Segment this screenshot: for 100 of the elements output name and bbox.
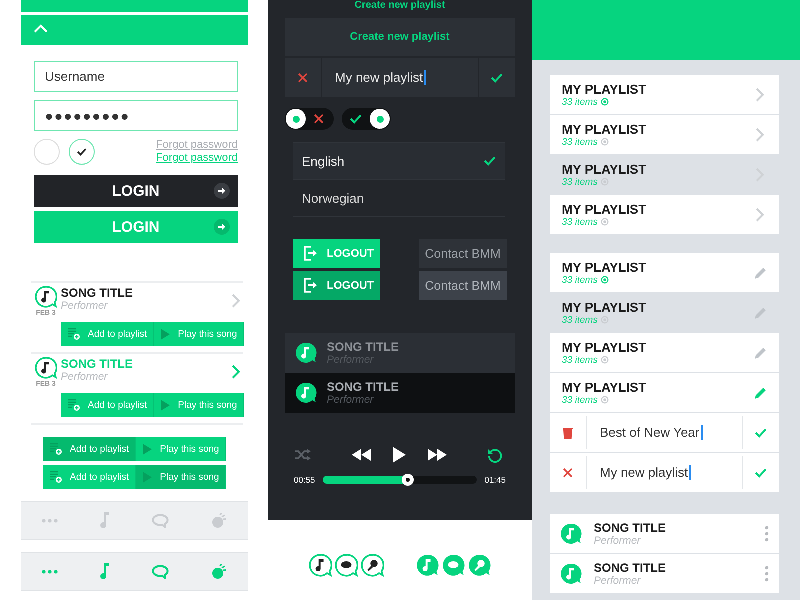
pencil-icon[interactable] <box>755 266 767 278</box>
playlist-add-icon <box>50 443 62 455</box>
playlist-title: MY PLAYLIST <box>562 162 647 176</box>
microphone-icon[interactable] <box>211 564 227 580</box>
item-count: 33 items <box>562 394 598 406</box>
create-playlist-caption: Create new playlist <box>354 0 446 13</box>
playlist-title: MY PLAYLIST <box>562 300 647 314</box>
microphone-icon[interactable] <box>211 512 227 528</box>
music-bubble-icon <box>309 554 332 577</box>
check-icon <box>77 148 87 156</box>
song-performer: Performer <box>61 300 109 312</box>
shuffle-icon[interactable] <box>295 449 311 461</box>
toggle-switch[interactable] <box>342 108 391 130</box>
repeat-icon[interactable] <box>487 447 503 463</box>
check-icon <box>350 114 362 124</box>
close-icon <box>298 72 308 82</box>
song-title[interactable]: SONG TITLE <box>61 286 229 300</box>
check-icon <box>491 72 503 82</box>
playlist-add-icon <box>50 471 62 483</box>
trash-icon[interactable] <box>563 426 573 438</box>
music-note-icon[interactable] <box>100 563 110 580</box>
logout-icon <box>303 278 318 293</box>
playlist-title: MY PLAYLIST <box>562 202 647 216</box>
language-option[interactable]: English <box>293 143 505 180</box>
check-icon <box>484 156 496 166</box>
song-performer: Performer <box>327 394 375 406</box>
password-field[interactable]: ●●●●●●●●● <box>34 100 238 131</box>
fast-forward-icon[interactable] <box>428 449 446 461</box>
playlist-title: MY PLAYLIST <box>562 340 647 354</box>
contact-button[interactable]: Contact BMM <box>419 239 507 268</box>
check-icon <box>755 428 767 438</box>
item-count: 33 items <box>562 136 598 148</box>
microphone-bubble-icon <box>361 554 384 577</box>
chat-icon[interactable] <box>152 564 169 578</box>
radio-button[interactable] <box>34 139 60 165</box>
language-option[interactable]: Norwegian <box>293 180 505 217</box>
radio-button[interactable] <box>69 139 95 165</box>
playlist-add-icon <box>68 399 80 411</box>
pencil-icon[interactable] <box>755 346 767 358</box>
song-row[interactable]: SONG TITLE Performer <box>285 373 515 413</box>
item-count: 33 items <box>562 96 598 108</box>
arrow-right-icon <box>214 219 230 235</box>
microphone-bubble-icon <box>468 554 491 577</box>
playlist-row[interactable]: MY PLAYLIST 33 items <box>550 293 779 332</box>
slider-thumb[interactable] <box>402 474 414 486</box>
pencil-icon[interactable] <box>755 306 767 318</box>
login-button[interactable]: LOGIN <box>34 175 238 207</box>
playlist-row[interactable]: MY PLAYLIST 33 items <box>550 253 779 292</box>
song-title: SONG TITLE <box>327 380 399 394</box>
elapsed-time: 00:55 <box>294 475 316 485</box>
play-icon <box>161 328 170 340</box>
item-count: 33 items <box>562 216 598 228</box>
playlist-title: MY PLAYLIST <box>562 260 647 274</box>
accordion-header[interactable] <box>21 15 248 45</box>
song-title: SONG TITLE <box>594 520 666 534</box>
more-icon[interactable] <box>42 570 58 574</box>
play-icon <box>143 444 152 454</box>
music-bubble-icon <box>416 554 439 577</box>
song-row[interactable]: SONG TITLE Performer <box>550 554 779 593</box>
arrow-right-icon <box>214 183 230 199</box>
playlist-row[interactable]: MY PLAYLIST 33 items <box>550 195 779 234</box>
close-icon <box>314 114 324 124</box>
playlist-row[interactable]: MY PLAYLIST 33 items <box>550 373 779 412</box>
create-playlist-button[interactable]: Create new playlist <box>285 18 515 56</box>
chat-icon[interactable] <box>152 514 169 528</box>
play-icon <box>143 472 152 482</box>
contact-button[interactable]: Contact BMM <box>419 271 507 300</box>
music-note-icon[interactable] <box>100 512 110 529</box>
playlist-row[interactable]: MY PLAYLIST 33 items <box>550 75 779 114</box>
playlist-title: MY PLAYLIST <box>562 380 647 394</box>
music-bubble-icon <box>560 522 582 544</box>
rewind-icon[interactable] <box>352 449 370 461</box>
close-icon <box>563 468 573 478</box>
music-bubble-icon <box>560 562 582 584</box>
more-vertical-icon[interactable] <box>765 526 769 542</box>
playlist-add-icon <box>68 328 80 340</box>
playlist-row[interactable]: MY PLAYLIST 33 items <box>550 115 779 154</box>
more-icon[interactable] <box>42 518 58 522</box>
playlist-row[interactable]: MY PLAYLIST 33 items <box>550 155 779 194</box>
song-performer: Performer <box>61 371 109 383</box>
pencil-icon[interactable] <box>755 386 767 398</box>
toggle-switch[interactable] <box>285 108 334 130</box>
music-bubble-icon <box>35 357 57 379</box>
music-bubble-icon <box>295 342 317 364</box>
accordion-bar[interactable] <box>21 0 248 12</box>
username-field[interactable]: Username <box>34 61 238 92</box>
song-title: SONG TITLE <box>594 560 666 574</box>
progress-slider[interactable] <box>323 476 477 484</box>
chat-bubble-icon <box>442 554 465 577</box>
check-icon <box>755 468 767 478</box>
song-title: SONG TITLE <box>327 340 399 354</box>
song-row[interactable]: SONG TITLE Performer <box>550 514 779 553</box>
item-count: 33 items <box>562 176 598 188</box>
music-bubble-icon <box>35 286 57 308</box>
more-vertical-icon[interactable] <box>765 566 769 582</box>
playlist-row[interactable]: MY PLAYLIST 33 items <box>550 333 779 372</box>
item-count: 33 items <box>562 354 598 366</box>
play-icon <box>161 400 170 410</box>
item-count: 33 items <box>562 314 598 326</box>
play-icon[interactable] <box>392 447 406 463</box>
